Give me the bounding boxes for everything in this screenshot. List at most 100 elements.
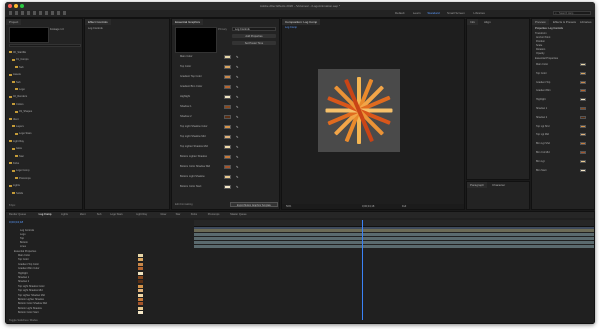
property-color-row[interactable]: Shadow 2 <box>536 115 592 120</box>
tree-item[interactable]: Assets <box>9 73 21 76</box>
color-swatch[interactable] <box>224 95 231 99</box>
essential-property-row[interactable]: Bottom Light Shadow ✎ <box>174 175 279 180</box>
tab-character[interactable]: Character <box>489 182 508 188</box>
timeline-tab[interactable]: Precomps <box>208 212 220 218</box>
eyedropper-icon[interactable]: ✎ <box>236 115 239 119</box>
tree-item[interactable]: Light Ray <box>9 140 24 143</box>
layer-bar[interactable] <box>194 237 594 240</box>
layer-bar[interactable] <box>194 233 594 236</box>
tree-item[interactable]: Precomps <box>15 177 31 180</box>
comp-dropdown[interactable]: Log Controls <box>232 27 276 31</box>
tab-paragraph[interactable]: Paragraph <box>467 182 488 188</box>
eyedropper-icon[interactable]: ✎ <box>236 85 239 89</box>
tree-item[interactable]: Glow <box>12 147 22 150</box>
layer-bar[interactable] <box>194 245 594 248</box>
layer-row[interactable]: Top <box>20 237 24 240</box>
tree-item[interactable]: Solids <box>12 192 23 195</box>
layer-row[interactable]: Log Controls <box>20 229 34 232</box>
eyedropper-icon[interactable]: ✎ <box>236 155 239 159</box>
effect-color-swatch[interactable] <box>138 284 143 288</box>
property-color-row[interactable]: Btm Start <box>536 168 592 173</box>
color-swatch[interactable] <box>224 145 231 149</box>
property-color-row[interactable]: Top Lgt Shd <box>536 124 592 129</box>
essential-property-row[interactable]: Bottom Color Shadow Mid ✎ <box>174 165 279 170</box>
essential-property-row[interactable]: Bottom Color Start ✎ <box>174 185 279 190</box>
playhead[interactable] <box>362 220 363 320</box>
property-color-swatch[interactable] <box>580 124 586 128</box>
effect-color-swatch[interactable] <box>138 302 143 306</box>
essential-property-row[interactable]: Top Light Shadow Mid ✎ <box>174 135 279 140</box>
maximize-window-button[interactable] <box>20 4 24 8</box>
tree-item[interactable]: Logo <box>15 88 25 91</box>
timeline-tab[interactable]: Render Queue <box>9 212 26 218</box>
property-color-row[interactable]: Highlight <box>536 98 592 102</box>
search-help-field[interactable]: ⌕ Search Help <box>553 11 591 15</box>
color-swatch[interactable] <box>224 135 231 139</box>
workspace-learn[interactable]: Learn <box>413 11 421 15</box>
timeline-tab[interactable]: Ident <box>80 212 86 218</box>
effect-color-swatch[interactable] <box>138 262 143 266</box>
timeline-tab[interactable]: Light Ray <box>136 212 147 218</box>
comp-breadcrumb[interactable]: Log Comp <box>285 26 297 29</box>
color-swatch[interactable] <box>224 55 231 59</box>
tree-item[interactable]: Sub <box>12 81 21 84</box>
effect-color-swatch[interactable] <box>138 258 143 262</box>
workspace-default[interactable]: Default <box>395 11 405 15</box>
property-color-row[interactable]: Main Color <box>536 63 592 67</box>
color-swatch[interactable] <box>224 115 231 119</box>
set-poster-time-button[interactable]: Set Poster Time <box>232 41 276 45</box>
effect-color-swatch[interactable] <box>138 271 143 275</box>
essential-property-row[interactable]: Shadow 1 ✎ <box>174 105 279 110</box>
tree-item[interactable]: Colors <box>12 103 24 106</box>
layer-row[interactable]: Lines <box>20 245 26 248</box>
property-color-row[interactable]: Top Color <box>536 71 592 76</box>
essential-property-row[interactable]: Top Color ✎ <box>174 65 279 70</box>
effect-color-swatch[interactable] <box>138 280 143 284</box>
essential-property-row[interactable]: Top Lighter Shadow Mid ✎ <box>174 145 279 150</box>
color-swatch[interactable] <box>224 165 231 169</box>
tree-item[interactable]: Kicks <box>9 162 19 165</box>
tab-info[interactable]: Info <box>467 19 479 25</box>
color-swatch[interactable] <box>224 105 231 109</box>
project-search[interactable] <box>9 44 81 47</box>
timeline-tab[interactable]: Glow <box>160 212 166 218</box>
tree-item[interactable]: Lights <box>9 184 20 187</box>
tree-item[interactable]: Sub <box>15 66 24 69</box>
timeline-footer[interactable]: Toggle Switches / Modes <box>9 319 38 322</box>
layer-row[interactable]: Logo <box>20 233 26 236</box>
property-color-swatch[interactable] <box>580 115 586 119</box>
tree-item[interactable]: Ident <box>9 118 19 121</box>
tab-effect-controls[interactable]: Effect Controls <box>85 19 111 25</box>
property-color-swatch[interactable] <box>580 63 586 66</box>
eyedropper-icon[interactable]: ✎ <box>236 185 239 189</box>
essential-property-row[interactable]: Bottom Lighter Shadow ✎ <box>174 155 279 160</box>
color-swatch[interactable] <box>224 65 231 69</box>
tab-libraries[interactable]: Libraries <box>577 19 594 25</box>
property-color-swatch[interactable] <box>580 159 586 163</box>
work-area-bar[interactable] <box>194 227 594 229</box>
effect-color-swatch[interactable] <box>138 293 143 297</box>
eyedropper-icon[interactable]: ✎ <box>236 165 239 169</box>
essential-property-row[interactable]: Shadow 2 ✎ <box>174 115 279 120</box>
property-color-row[interactable]: Btm Lgt Shd <box>536 142 592 146</box>
timeline-tab[interactable]: Log Comp <box>39 212 52 218</box>
effect-color-swatch[interactable] <box>138 311 143 315</box>
eyedropper-icon[interactable]: ✎ <box>236 75 239 79</box>
color-swatch[interactable] <box>224 155 231 159</box>
export-template-button[interactable]: Export Motion Graphics Template <box>230 202 278 207</box>
close-window-button[interactable] <box>8 4 12 8</box>
tree-item[interactable]: Layers <box>12 125 24 128</box>
resolution-dropdown[interactable]: Full <box>402 205 406 208</box>
property-color-row[interactable]: Top Lgt Mid <box>536 133 592 137</box>
color-swatch[interactable] <box>224 125 231 129</box>
color-swatch[interactable] <box>224 85 231 89</box>
timeline-tab[interactable]: Logo Stars <box>110 212 123 218</box>
layer-bar[interactable] <box>194 241 594 244</box>
color-swatch[interactable] <box>224 175 231 179</box>
property-color-row[interactable]: Shadow 1 <box>536 107 592 111</box>
viewer-timecode[interactable]: 0;00;04;18 <box>362 205 374 208</box>
eyedropper-icon[interactable]: ✎ <box>236 125 239 129</box>
timeline-tab[interactable]: Star <box>176 212 181 218</box>
tab-align[interactable]: Align <box>481 19 494 25</box>
eyedropper-icon[interactable]: ✎ <box>236 55 239 59</box>
